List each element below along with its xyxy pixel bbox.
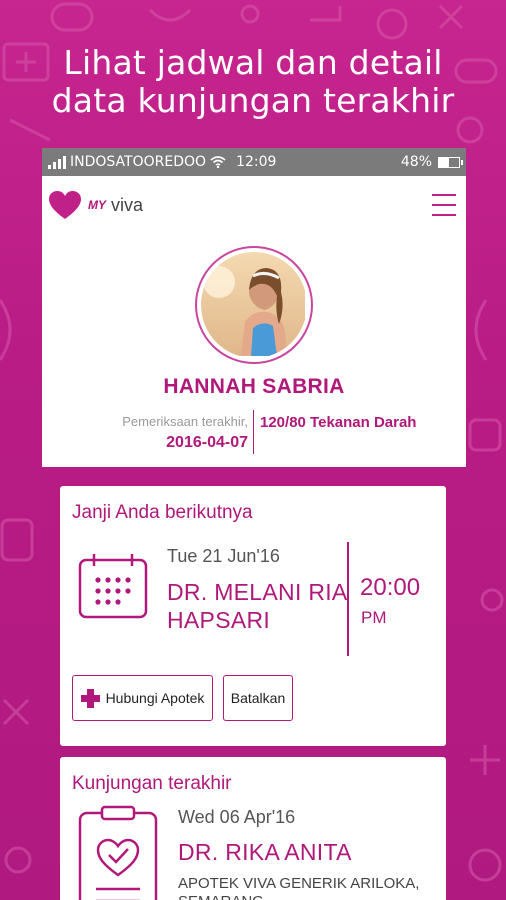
visit-doctor: DR. RIKA ANITA (178, 839, 352, 865)
cancel-label: Batalkan (230, 690, 286, 706)
clipboard-heart-icon (78, 805, 158, 900)
carrier-name: INDOSATOOREDOO (70, 154, 207, 170)
clock: 12:09 (236, 154, 277, 170)
battery-icon (438, 156, 463, 168)
plus-cross-icon (80, 688, 100, 708)
blood-pressure: 120/80 Tekanan Darah (260, 414, 417, 431)
patient-name: HANNAH SABRIA (163, 375, 345, 398)
profile-section: HANNAH SABRIA Pemeriksaan terakhir, 2016… (42, 234, 466, 467)
stats-divider (253, 410, 254, 454)
heart-logo-icon (49, 191, 81, 219)
last-exam-date: 2016-04-07 (166, 434, 248, 451)
promo-line-1: Lihat jadwal dan detail (63, 43, 443, 82)
call-pharmacy-label: Hubungi Apotek (105, 690, 205, 706)
app-bar: MY viva (42, 176, 466, 234)
logo-viva-text: viva (111, 194, 144, 215)
next-appointment-card[interactable]: Janji Anda berikutnya Tue 21 Jun'16 DR. … (60, 486, 446, 746)
call-pharmacy-button[interactable]: Hubungi Apotek (72, 675, 213, 721)
time-divider (347, 542, 349, 656)
hamburger-menu-icon[interactable] (432, 194, 456, 216)
phone-screen: INDOSATOOREDOO 12:09 48% MY viva HANNAH … (42, 148, 466, 900)
logo-my-text: MY (88, 198, 106, 212)
status-bar: INDOSATOOREDOO 12:09 48% (42, 148, 466, 176)
cancel-appointment-button[interactable]: Batalkan (223, 675, 293, 721)
battery-percent: 48% (400, 154, 432, 170)
appointment-ampm: PM (361, 608, 387, 627)
visit-place: APOTEK VIVA GENERIK ARILOKA, SEMARANG (178, 875, 420, 900)
profile-stats: Pemeriksaan terakhir, 2016-04-07 120/80 … (42, 410, 466, 454)
profile-photo (201, 252, 305, 356)
wifi-icon (210, 156, 226, 168)
app-logo[interactable]: MY viva (48, 190, 143, 220)
card-title: Kunjungan terakhir (72, 773, 232, 794)
avatar[interactable] (195, 246, 313, 364)
calendar-icon (78, 554, 148, 619)
appointment-doctor: DR. MELANI RIA HAPSARI (167, 579, 347, 633)
promo-headline: Lihat jadwal dan detail data kunjungan t… (0, 44, 506, 120)
last-exam-label: Pemeriksaan terakhir, (122, 414, 248, 429)
visit-date: Wed 06 Apr'16 (178, 807, 296, 827)
promo-line-2: data kunjungan terakhir (51, 81, 455, 120)
appointment-date: Tue 21 Jun'16 (167, 546, 280, 566)
appointment-time: 20:00 (360, 574, 421, 601)
card-title: Janji Anda berikutnya (72, 502, 253, 523)
signal-icon (48, 155, 66, 169)
last-visit-card[interactable]: Kunjungan terakhir Wed 06 Apr'16 DR. RIK… (60, 757, 446, 900)
